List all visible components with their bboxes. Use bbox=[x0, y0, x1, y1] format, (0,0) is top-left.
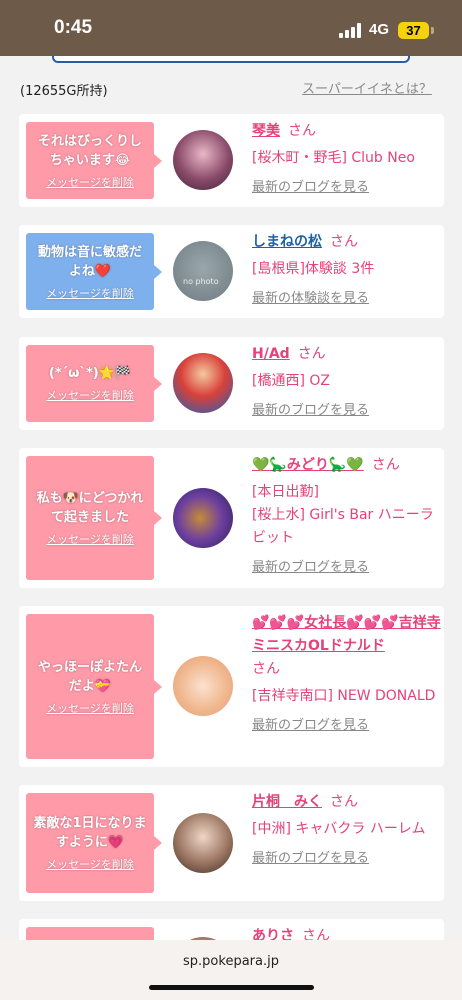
list-item: 動物は音に敏感だよね❤️ メッセージを削除 no photo しまねの松 さん [… bbox=[19, 225, 444, 318]
avatar[interactable] bbox=[173, 656, 233, 716]
profile-name-link[interactable]: 琴美 bbox=[252, 123, 280, 139]
profile-name-link[interactable]: 💚🦕みどり🦕💚 bbox=[252, 457, 364, 473]
latest-blog-link[interactable]: 最新のブログを見る bbox=[252, 847, 442, 870]
delete-message-link[interactable]: メッセージを削除 bbox=[46, 285, 134, 301]
list-item: 私も🐶にどつかれて起きました メッセージを削除 💚🦕みどり🦕💚 さん [本日出勤]… bbox=[19, 448, 444, 588]
status-bar: 0:45 4G 37 bbox=[0, 0, 462, 56]
latest-blog-link[interactable]: 最新のブログを見る bbox=[252, 714, 442, 737]
work-status: [本日出勤] bbox=[252, 484, 319, 500]
profile-info: 💚🦕みどり🦕💚 さん [本日出勤] [桜上水] Girl's Bar ハニーラビッ… bbox=[252, 454, 442, 579]
profile-name-link[interactable]: H/Ad bbox=[252, 346, 290, 362]
status-time: 0:45 bbox=[54, 17, 93, 38]
latest-blog-link[interactable]: 最新のブログを見る bbox=[252, 556, 442, 579]
avatar[interactable] bbox=[173, 813, 233, 873]
search-input[interactable] bbox=[52, 56, 410, 63]
avatar[interactable] bbox=[173, 353, 233, 413]
home-indicator[interactable] bbox=[149, 985, 314, 990]
honorific: さん bbox=[371, 457, 400, 473]
shop-location: [吉祥寺南口] NEW DONALD bbox=[252, 688, 436, 704]
profile-info: しまねの松 さん [島根県]体験談 3件 最新の体験談を見る bbox=[252, 231, 442, 310]
profile-info: 💕💕💕女社長💕💕💕吉祥寺ミニスカOLドナルド さん [吉祥寺南口] NEW DO… bbox=[252, 612, 442, 737]
message-text: (*´ω`*)🌟🏁 bbox=[48, 366, 132, 381]
honorific: さん bbox=[252, 661, 280, 677]
latest-blog-link[interactable]: 最新のブログを見る bbox=[252, 399, 442, 422]
avatar[interactable] bbox=[173, 488, 233, 548]
delete-message-link[interactable]: メッセージを削除 bbox=[46, 387, 134, 403]
list-item: 素敵な1日になりますように💗 メッセージを削除 片桐 みく さん [中洲] キャバ… bbox=[19, 785, 444, 901]
avatar[interactable]: no photo bbox=[173, 241, 233, 301]
message-bubble: 動物は音に敏感だよね❤️ メッセージを削除 bbox=[26, 233, 162, 310]
signal-icon bbox=[339, 23, 363, 38]
message-text: 動物は音に敏感だよね❤️ bbox=[37, 244, 142, 279]
list-item: やっほーぽよたんだよ💝 メッセージを削除 💕💕💕女社長💕💕💕吉祥寺ミニスカOLド… bbox=[19, 606, 444, 767]
battery-level: 37 bbox=[406, 23, 421, 38]
shop-location: [桜木町・野毛] Club Neo bbox=[252, 150, 415, 166]
honorific: さん bbox=[330, 794, 358, 810]
latest-review-link[interactable]: 最新の体験談を見る bbox=[252, 287, 442, 310]
battery-tip bbox=[431, 27, 434, 34]
message-bubble: (*´ω`*)🌟🏁 メッセージを削除 bbox=[26, 345, 162, 422]
points-holdings: (12655G所持) bbox=[20, 84, 108, 99]
honorific: さん bbox=[297, 346, 326, 362]
shop-location: [島根県]体験談 3件 bbox=[252, 261, 375, 277]
honorific: さん bbox=[288, 123, 316, 139]
latest-blog-link[interactable]: 最新のブログを見る bbox=[252, 176, 442, 199]
message-bubble: 私も🐶にどつかれて起きました メッセージを削除 bbox=[26, 456, 162, 580]
message-bubble: 素敵な1日になりますように💗 メッセージを削除 bbox=[26, 793, 162, 893]
list-item: (*´ω`*)🌟🏁 メッセージを削除 H/Ad さん [橋通西] OZ 最新のブロ… bbox=[19, 337, 444, 430]
profile-info: 琴美 さん [桜木町・野毛] Club Neo 最新のブログを見る bbox=[252, 120, 442, 199]
avatar[interactable] bbox=[173, 130, 233, 190]
address-bar[interactable]: sp.pokepara.jp bbox=[0, 954, 462, 969]
super-iine-link[interactable]: スーパーイイネとは？ bbox=[302, 78, 432, 97]
list-item: それはびっくりしちゃいます😂 メッセージを削除 琴美 さん [桜木町・野毛] Cl… bbox=[19, 114, 444, 207]
delete-message-link[interactable]: メッセージを削除 bbox=[46, 174, 134, 190]
shop-location: [橋通西] OZ bbox=[252, 373, 330, 389]
battery-icon: 37 bbox=[398, 22, 429, 39]
message-bubble: それはびっくりしちゃいます😂 メッセージを削除 bbox=[26, 122, 162, 199]
message-text: 素敵な1日になりますように💗 bbox=[33, 816, 147, 850]
delete-message-link[interactable]: メッセージを削除 bbox=[46, 856, 134, 872]
profile-name-link[interactable]: しまねの松 bbox=[252, 234, 322, 250]
shop-location: [桜上水] Girl's Bar ハニーラビット bbox=[252, 507, 434, 546]
profile-info: H/Ad さん [橋通西] OZ 最新のブログを見る bbox=[252, 343, 442, 422]
honorific: さん bbox=[330, 234, 358, 250]
profile-name-link[interactable]: 片桐 みく bbox=[252, 794, 322, 810]
shop-location: [中洲] キャバクラ ハーレム bbox=[252, 821, 426, 837]
profile-info: 片桐 みく さん [中洲] キャバクラ ハーレム 最新のブログを見る bbox=[252, 791, 442, 870]
network-type: 4G bbox=[369, 21, 390, 38]
profile-name-link[interactable]: 💕💕💕女社長💕💕💕吉祥寺ミニスカOLドナルド bbox=[252, 615, 441, 654]
message-bubble: やっほーぽよたんだよ💝 メッセージを削除 bbox=[26, 614, 162, 759]
message-text: やっほーぽよたんだよ💝 bbox=[37, 659, 142, 694]
no-photo-label: no photo bbox=[183, 277, 219, 286]
browser-bottom-bar: sp.pokepara.jp bbox=[0, 940, 462, 1000]
delete-message-link[interactable]: メッセージを削除 bbox=[46, 700, 134, 716]
delete-message-link[interactable]: メッセージを削除 bbox=[46, 531, 134, 547]
message-text: それはびっくりしちゃいます😂 bbox=[37, 133, 142, 168]
message-text: 私も🐶にどつかれて起きました bbox=[36, 491, 144, 525]
